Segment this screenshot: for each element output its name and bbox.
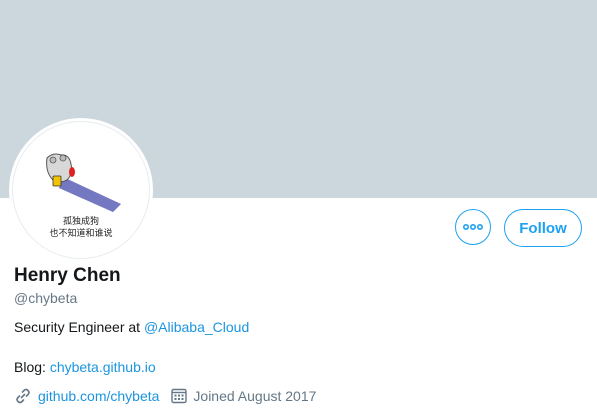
profile-meta: github.com/chybeta Joined August 2017 <box>14 387 328 405</box>
profile-blog: Blog: chybeta.github.io <box>14 359 156 375</box>
more-button[interactable] <box>455 209 491 245</box>
profile-handle: @chybeta <box>14 290 78 306</box>
blog-label: Blog: <box>14 359 50 375</box>
profile-bio: Security Engineer at @Alibaba_Cloud <box>14 319 249 335</box>
joined-date: Joined August 2017 <box>193 388 317 404</box>
avatar-caption-line2: 也不知道和谁说 <box>49 229 113 239</box>
more-icon <box>463 224 483 230</box>
blog-link[interactable]: chybeta.github.io <box>50 359 156 375</box>
bio-mention-link[interactable]: @Alibaba_Cloud <box>144 319 249 335</box>
website-item: github.com/chybeta <box>14 387 159 405</box>
follow-button[interactable]: Follow <box>504 209 582 247</box>
link-icon <box>14 387 32 405</box>
website-link[interactable]: github.com/chybeta <box>38 388 159 404</box>
avatar-caption-line1: 孤独成狗 <box>62 217 99 227</box>
avatar[interactable]: 孤独成狗 也不知道和谁说 <box>12 121 150 259</box>
bio-text: Security Engineer at <box>14 319 144 335</box>
joined-item: Joined August 2017 <box>171 388 316 404</box>
avatar-border: 孤独成狗 也不知道和谁说 <box>9 118 153 262</box>
calendar-icon <box>171 388 188 404</box>
profile-name: Henry Chen <box>14 265 121 286</box>
